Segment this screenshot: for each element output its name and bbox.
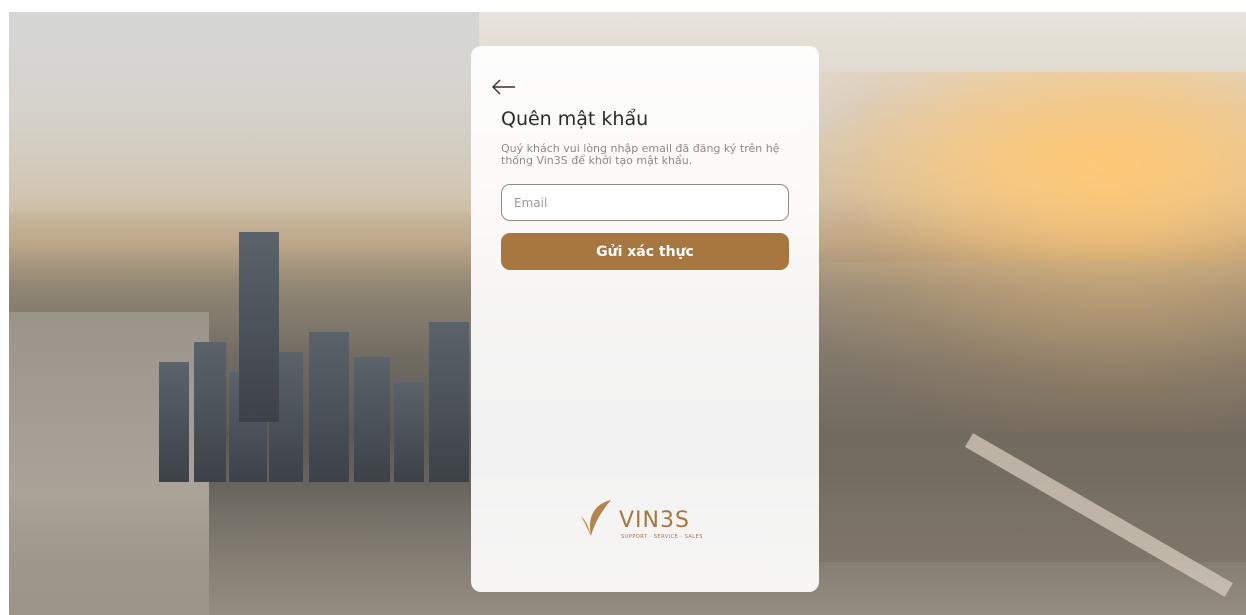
logo-name: VIN3S	[619, 508, 690, 533]
back-arrow-icon[interactable]	[491, 78, 517, 96]
vin3s-logo-icon	[581, 500, 611, 536]
forgot-password-card: Quên mật khẩu Quý khách vui lòng nhập em…	[471, 46, 819, 592]
background-towers	[149, 232, 479, 482]
tower	[429, 322, 469, 482]
page-title: Quên mật khẩu	[501, 108, 649, 130]
tower	[194, 342, 226, 482]
tower	[354, 357, 390, 482]
vin3s-logo: VIN3S SUPPORT · SERVICE · SALES	[581, 498, 721, 546]
logo-tagline: SUPPORT · SERVICE · SALES	[621, 534, 703, 540]
tower	[239, 232, 279, 422]
tower	[394, 382, 424, 482]
email-field[interactable]	[501, 184, 789, 221]
background-city-right	[819, 262, 1246, 562]
tower	[309, 332, 349, 482]
send-verification-button[interactable]: Gửi xác thực	[501, 233, 789, 270]
background-sky	[9, 12, 479, 212]
page-subtitle: Quý khách vui lòng nhập email đã đăng ký…	[501, 142, 780, 167]
tower	[159, 362, 189, 482]
